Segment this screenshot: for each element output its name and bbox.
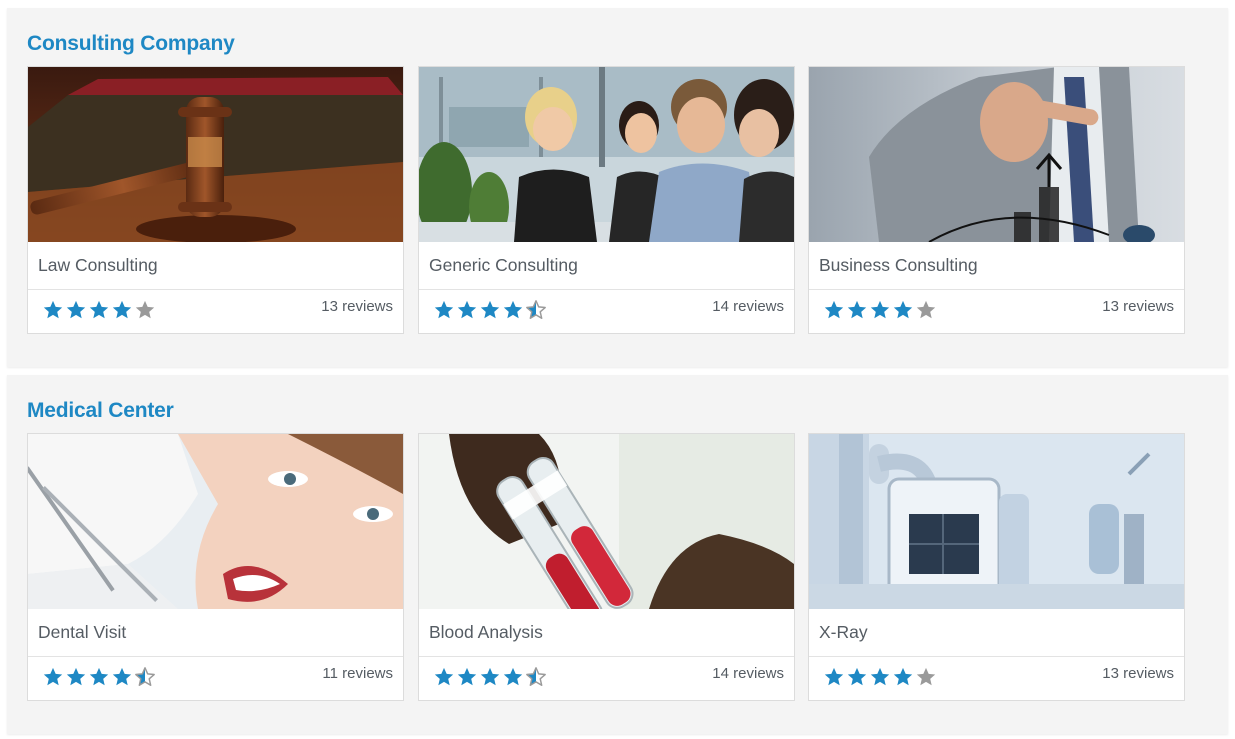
star-half-icon bbox=[526, 300, 546, 319]
card-title: X-Ray bbox=[819, 622, 868, 642]
card-title: Business Consulting bbox=[819, 255, 978, 275]
star-filled-icon bbox=[434, 300, 454, 319]
xray-machine-photo[interactable] bbox=[809, 434, 1184, 609]
listing-card-x-ray[interactable]: X-Ray 13 reviews bbox=[808, 433, 1185, 701]
star-filled-icon bbox=[870, 300, 890, 319]
card-divider bbox=[28, 289, 403, 290]
businessman-growth-chart-photo[interactable] bbox=[809, 67, 1184, 242]
star-filled-icon bbox=[112, 300, 132, 319]
review-count: 13 reviews bbox=[321, 298, 393, 315]
star-half-icon bbox=[526, 667, 546, 686]
card-divider bbox=[809, 656, 1184, 657]
listing-card-business-consulting[interactable]: Business Consulting 13 reviews bbox=[808, 66, 1185, 334]
review-count: 13 reviews bbox=[1102, 298, 1174, 315]
gavel-and-book-photo[interactable] bbox=[28, 67, 403, 242]
star-filled-icon bbox=[66, 300, 86, 319]
section-title[interactable]: Medical Center bbox=[27, 399, 174, 423]
star-rating bbox=[823, 299, 937, 321]
card-divider bbox=[28, 656, 403, 657]
star-filled-icon bbox=[893, 667, 913, 686]
star-filled-icon bbox=[847, 300, 867, 319]
card-title: Generic Consulting bbox=[429, 255, 578, 275]
category-section-medical: Medical Center Dental Visit 11 reviews B… bbox=[7, 375, 1228, 734]
review-count: 14 reviews bbox=[712, 665, 784, 682]
star-filled-icon bbox=[503, 300, 523, 319]
section-title[interactable]: Consulting Company bbox=[27, 32, 235, 56]
star-empty-icon bbox=[135, 300, 155, 319]
star-filled-icon bbox=[457, 300, 477, 319]
star-filled-icon bbox=[457, 667, 477, 686]
star-filled-icon bbox=[112, 667, 132, 686]
card-title: Dental Visit bbox=[38, 622, 127, 642]
card-divider bbox=[419, 656, 794, 657]
star-rating bbox=[42, 299, 156, 321]
star-filled-icon bbox=[480, 300, 500, 319]
review-count: 13 reviews bbox=[1102, 665, 1174, 682]
star-filled-icon bbox=[43, 667, 63, 686]
star-filled-icon bbox=[434, 667, 454, 686]
star-filled-icon bbox=[66, 667, 86, 686]
star-filled-icon bbox=[893, 300, 913, 319]
star-rating bbox=[823, 666, 937, 688]
listing-card-generic-consulting[interactable]: Generic Consulting 14 reviews bbox=[418, 66, 795, 334]
star-filled-icon bbox=[480, 667, 500, 686]
star-filled-icon bbox=[847, 667, 867, 686]
business-meeting-photo[interactable] bbox=[419, 67, 794, 242]
blood-test-tubes-photo[interactable] bbox=[419, 434, 794, 609]
star-rating bbox=[433, 666, 547, 688]
star-filled-icon bbox=[89, 667, 109, 686]
star-empty-icon bbox=[916, 300, 936, 319]
star-filled-icon bbox=[89, 300, 109, 319]
review-count: 11 reviews bbox=[322, 665, 393, 682]
card-title: Blood Analysis bbox=[429, 622, 543, 642]
star-empty-icon bbox=[916, 667, 936, 686]
review-count: 14 reviews bbox=[712, 298, 784, 315]
star-filled-icon bbox=[870, 667, 890, 686]
card-divider bbox=[809, 289, 1184, 290]
star-filled-icon bbox=[503, 667, 523, 686]
listing-card-dental-visit[interactable]: Dental Visit 11 reviews bbox=[27, 433, 404, 701]
star-rating bbox=[433, 299, 547, 321]
star-filled-icon bbox=[824, 300, 844, 319]
card-title: Law Consulting bbox=[38, 255, 158, 275]
star-filled-icon bbox=[824, 667, 844, 686]
card-divider bbox=[419, 289, 794, 290]
listing-card-blood-analysis[interactable]: Blood Analysis 14 reviews bbox=[418, 433, 795, 701]
listing-card-law-consulting[interactable]: Law Consulting 13 reviews bbox=[27, 66, 404, 334]
star-filled-icon bbox=[43, 300, 63, 319]
dental-patient-photo[interactable] bbox=[28, 434, 403, 609]
category-section-consulting: Consulting Company Law Consulting 13 rev… bbox=[7, 8, 1228, 367]
star-rating bbox=[42, 666, 156, 688]
star-half-icon bbox=[135, 667, 155, 686]
